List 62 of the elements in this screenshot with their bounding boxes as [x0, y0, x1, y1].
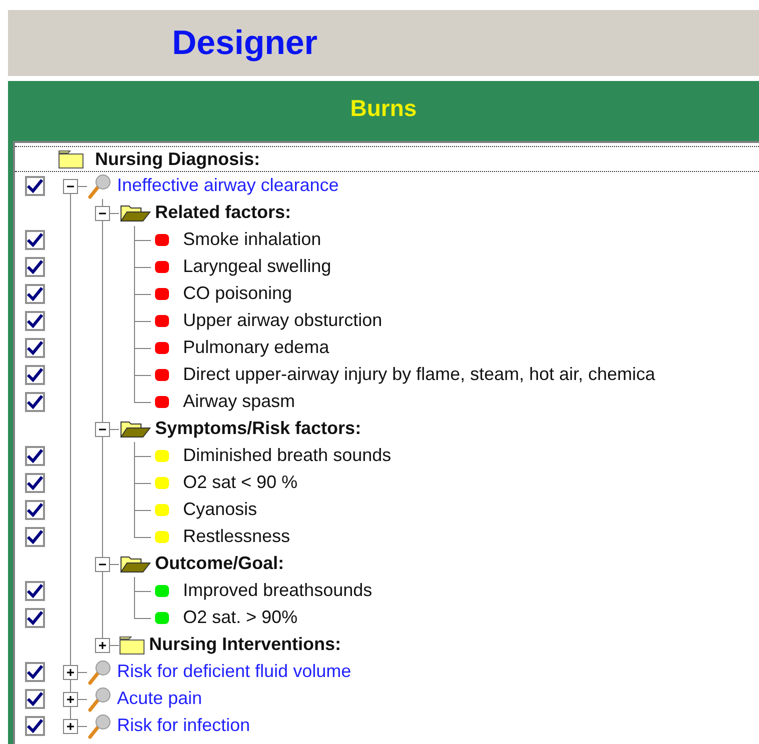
collapse-button[interactable]: [95, 556, 110, 572]
checkbox[interactable]: [25, 284, 45, 304]
item-label: O2 sat. > 90%: [183, 607, 298, 628]
diagnosis-link[interactable]: Acute pain: [117, 688, 202, 709]
checkbox[interactable]: [25, 446, 45, 466]
magnifier-icon: [87, 658, 113, 684]
item-label: Cyanosis: [183, 499, 258, 520]
plus-icon: [66, 722, 75, 730]
expand-button[interactable]: [63, 664, 78, 680]
item-label: O2 sat < 90 %: [183, 472, 298, 493]
open-folder-icon: [119, 418, 151, 438]
item-label: Laryngeal swelling: [183, 256, 332, 277]
checkbox[interactable]: [25, 472, 45, 492]
checkbox[interactable]: [25, 580, 45, 600]
open-folder-icon: [119, 554, 151, 574]
checkbox[interactable]: [25, 688, 45, 708]
diagnosis-link[interactable]: Ineffective airway clearance: [117, 175, 339, 196]
checkbox[interactable]: [25, 256, 45, 276]
plus-icon: [66, 668, 75, 676]
open-folder-icon: [119, 202, 151, 222]
item-label: Airway spasm: [183, 391, 296, 412]
checkbox[interactable]: [25, 716, 45, 736]
expand-button[interactable]: [95, 638, 110, 652]
magnifier-icon: [87, 686, 113, 712]
checkbox[interactable]: [25, 608, 45, 628]
checkbox[interactable]: [25, 338, 45, 358]
checkbox[interactable]: [25, 364, 45, 384]
item-label: Direct upper-airway injury by flame, steam, hot air, chemica: [183, 364, 656, 385]
magnifier-icon: [87, 712, 113, 738]
app-title: Designer: [172, 24, 318, 62]
checkbox[interactable]: [25, 176, 45, 196]
category-label: Related factors:: [155, 202, 292, 223]
plus-icon: [66, 694, 75, 704]
expand-button[interactable]: [63, 718, 78, 734]
folder-icon: [58, 149, 84, 169]
diagnosis-link[interactable]: Risk for deficient fluid volume: [117, 661, 352, 682]
checkbox[interactable]: [25, 230, 45, 250]
item-label: Smoke inhalation: [183, 229, 322, 250]
checkbox[interactable]: [25, 392, 45, 412]
magnifier-icon: [87, 172, 113, 198]
checkbox[interactable]: [25, 662, 45, 682]
item-label: Restlessness: [183, 526, 290, 547]
plus-icon: [98, 640, 107, 650]
checkbox[interactable]: [25, 310, 45, 330]
checkbox[interactable]: [25, 526, 45, 546]
collapse-button[interactable]: [63, 178, 78, 194]
collapse-button[interactable]: [95, 206, 110, 220]
banner-title: Burns: [350, 95, 417, 122]
category-label: Nursing Interventions:: [149, 634, 342, 655]
tree-heading: Nursing Diagnosis:: [95, 148, 260, 170]
category-label: Outcome/Goal:: [155, 553, 284, 574]
item-label: Diminished breath sounds: [183, 445, 392, 466]
collapse-button[interactable]: [95, 422, 110, 436]
checkbox[interactable]: [25, 500, 45, 520]
folder-icon: [119, 634, 145, 654]
item-label: Pulmonary edema: [183, 337, 330, 358]
item-label: Improved breathsounds: [183, 580, 372, 601]
expand-button[interactable]: [63, 692, 78, 706]
category-label: Symptoms/Risk factors:: [155, 418, 362, 439]
diagnosis-link[interactable]: Risk for infection: [117, 715, 250, 736]
item-label: Upper airway obsturction: [183, 310, 382, 331]
item-label: CO poisoning: [183, 283, 292, 304]
